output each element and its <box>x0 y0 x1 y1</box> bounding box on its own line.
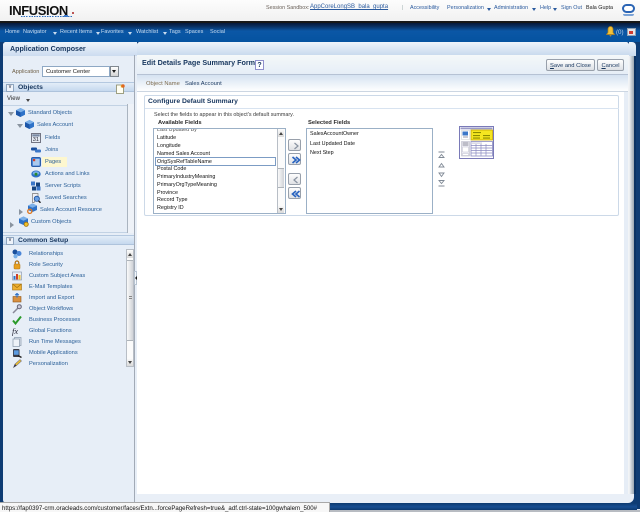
svg-text:fx: fx <box>12 326 18 336</box>
svg-text:31: 31 <box>33 137 39 143</box>
